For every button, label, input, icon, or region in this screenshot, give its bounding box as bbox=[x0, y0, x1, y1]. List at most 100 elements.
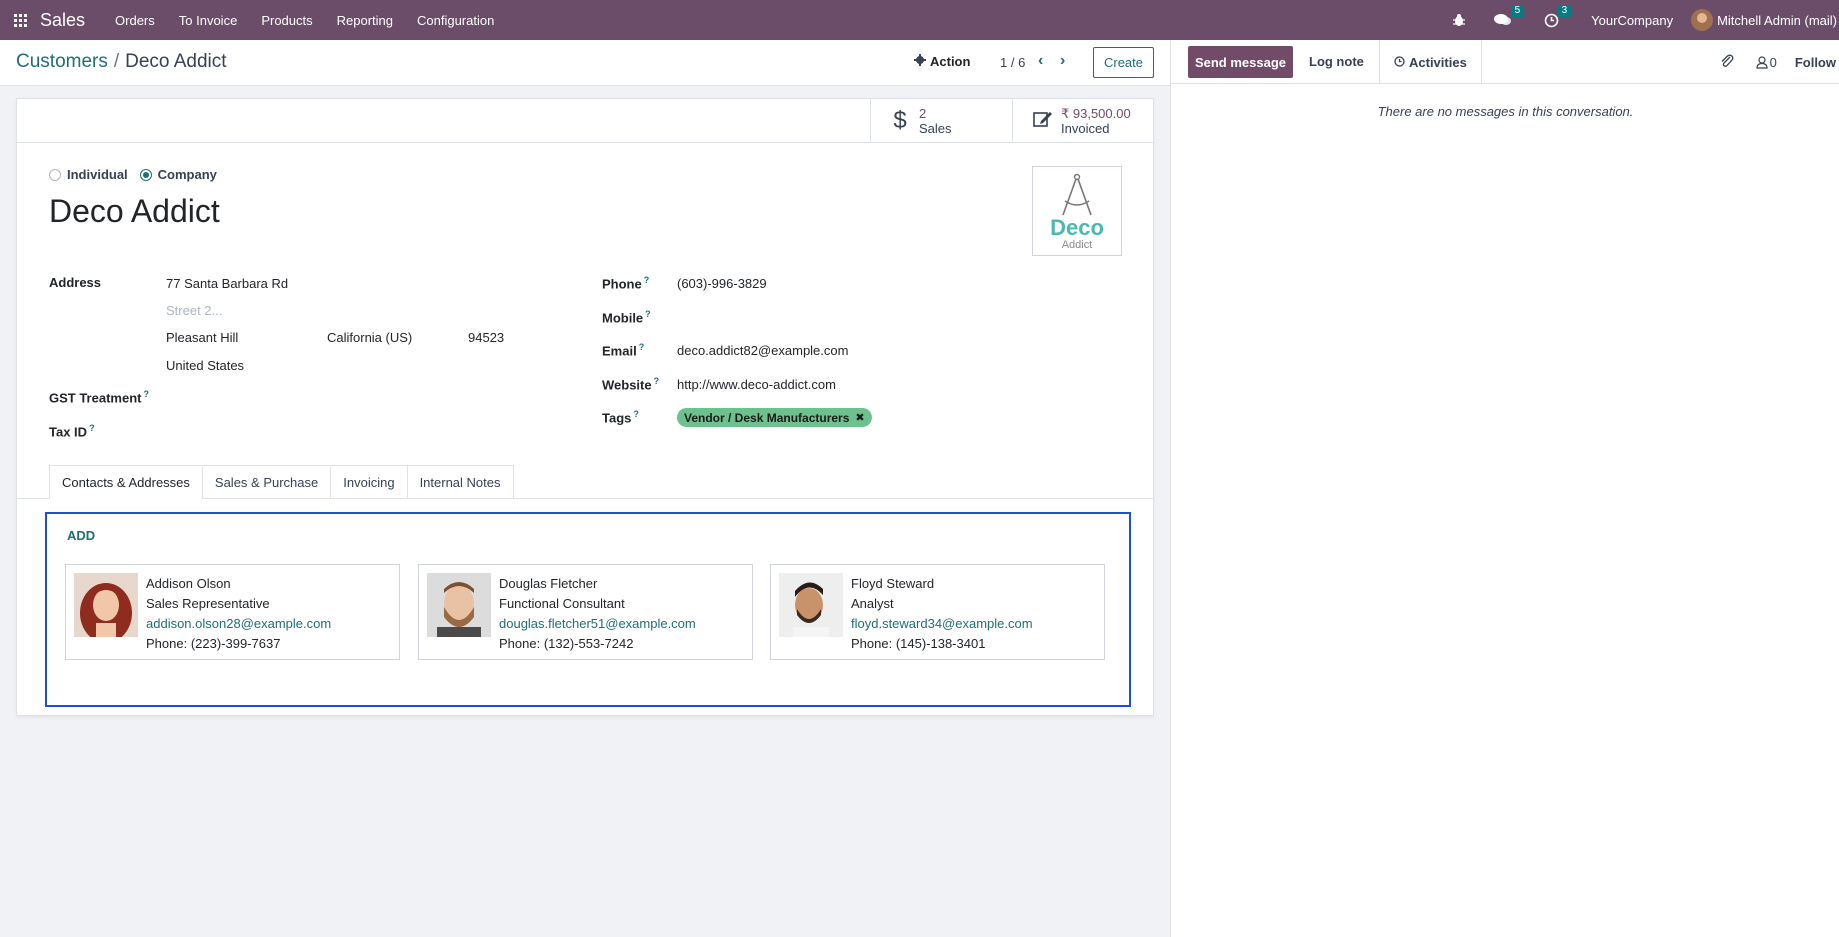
individual-label[interactable]: Individual bbox=[67, 167, 128, 182]
contact-email-link[interactable]: douglas.fletcher51@example.com bbox=[499, 614, 696, 634]
menu-configuration[interactable]: Configuration bbox=[405, 0, 506, 40]
website-field[interactable]: http://www.deco-addict.com bbox=[677, 377, 836, 392]
gst-treatment-label: GST Treatment? bbox=[49, 389, 149, 406]
email-field[interactable]: deco.addict82@example.com bbox=[677, 343, 848, 358]
breadcrumb: Customers / Deco Addict bbox=[16, 51, 227, 73]
sales-count: 2 bbox=[919, 106, 927, 121]
contact-email-link[interactable]: floyd.steward34@example.com bbox=[851, 614, 1033, 634]
partner-name-field[interactable]: Deco Addict bbox=[49, 193, 220, 230]
menu-orders[interactable]: Orders bbox=[103, 0, 167, 40]
help-tooltip-icon[interactable]: ? bbox=[639, 342, 645, 352]
add-contact-button[interactable]: ADD bbox=[67, 528, 95, 543]
chatter-topbar: Send message Log note Activities 0 Follo… bbox=[1171, 40, 1839, 84]
address-label: Address bbox=[49, 275, 102, 290]
company-type-selector: Individual Company bbox=[49, 167, 217, 182]
contact-name: Addison Olson bbox=[146, 576, 231, 591]
menu-reporting[interactable]: Reporting bbox=[325, 0, 405, 40]
tab-internal-notes[interactable]: Internal Notes bbox=[407, 465, 514, 499]
tab-contacts-addresses[interactable]: Contacts & Addresses bbox=[49, 465, 203, 499]
smart-button-box: $ 2 Sales ₹ 93,500.00 Invoiced bbox=[17, 99, 1153, 143]
notebook-tabs: Contacts & Addresses Sales & Purchase In… bbox=[49, 465, 514, 499]
dollar-icon: $ bbox=[893, 107, 907, 134]
street2-field[interactable]: Street 2... bbox=[166, 303, 222, 318]
breadcrumb-separator: / bbox=[113, 51, 120, 72]
user-name: Mitchell Admin (mail) bbox=[1717, 12, 1837, 28]
help-tooltip-icon[interactable]: ? bbox=[143, 389, 149, 399]
tax-id-label: Tax ID? bbox=[49, 423, 95, 440]
action-menu-button[interactable]: Action bbox=[914, 54, 970, 69]
control-panel: Customers / Deco Addict Action 1 / 6 ‹ › C… bbox=[0, 40, 1170, 86]
sales-smart-button[interactable]: $ 2 Sales bbox=[870, 99, 1012, 143]
remove-tag-icon[interactable]: ✖ bbox=[855, 411, 864, 424]
send-message-button[interactable]: Send message bbox=[1188, 46, 1293, 78]
tab-invoicing[interactable]: Invoicing bbox=[331, 465, 408, 499]
contact-phone: Phone: (223)-399-7637 bbox=[146, 636, 281, 651]
contact-card[interactable]: Floyd Steward Analyst floyd.steward34@ex… bbox=[770, 564, 1105, 660]
contact-card[interactable]: Addison Olson Sales Representative addis… bbox=[65, 564, 400, 660]
pager-value[interactable]: 1 / 6 bbox=[1000, 55, 1025, 70]
contact-card[interactable]: Douglas Fletcher Functional Consultant d… bbox=[418, 564, 753, 660]
company-switcher[interactable]: YourCompany bbox=[1591, 13, 1673, 28]
pager-next-icon[interactable]: › bbox=[1060, 52, 1065, 70]
state-field[interactable]: California (US) bbox=[327, 330, 412, 345]
form-sheet: $ 2 Sales ₹ 93,500.00 Invoiced Individual … bbox=[16, 98, 1154, 716]
chatter-right-tools: 0 Follow bbox=[1720, 54, 1839, 71]
contact-email-link[interactable]: addison.olson28@example.com bbox=[146, 614, 331, 634]
apps-menu-icon[interactable] bbox=[0, 0, 40, 40]
phone-label: Phone? bbox=[602, 275, 650, 292]
help-tooltip-icon[interactable]: ? bbox=[644, 275, 650, 285]
attachment-paperclip-icon[interactable] bbox=[1720, 54, 1734, 71]
country-field[interactable]: United States bbox=[166, 358, 244, 373]
invoiced-amount: ₹ 93,500.00 bbox=[1061, 106, 1131, 121]
log-note-button[interactable]: Log note bbox=[1309, 54, 1364, 69]
help-tooltip-icon[interactable]: ? bbox=[654, 376, 660, 386]
form-view: Customers / Deco Addict Action 1 / 6 ‹ › C… bbox=[0, 40, 1170, 937]
contact-avatar bbox=[779, 573, 843, 637]
contact-title: Sales Representative bbox=[146, 596, 270, 611]
email-label: Email? bbox=[602, 342, 645, 359]
create-button[interactable]: Create bbox=[1093, 47, 1154, 78]
user-menu[interactable]: Mitchell Admin (mail) bbox=[1691, 9, 1837, 31]
contact-title: Analyst bbox=[851, 596, 894, 611]
contact-title: Functional Consultant bbox=[499, 596, 625, 611]
contact-avatar bbox=[427, 573, 491, 637]
gear-icon bbox=[914, 54, 926, 69]
follow-button[interactable]: Follow bbox=[1795, 55, 1836, 70]
messages-icon[interactable]: 5 bbox=[1494, 5, 1525, 27]
phone-field[interactable]: (603)-996-3829 bbox=[677, 276, 767, 291]
top-navbar: Sales Orders To Invoice Products Reporti… bbox=[0, 0, 1839, 40]
zip-field[interactable]: 94523 bbox=[468, 330, 504, 345]
activities-button[interactable]: Activities bbox=[1379, 40, 1482, 84]
tab-sales-purchase[interactable]: Sales & Purchase bbox=[202, 465, 332, 499]
company-radio[interactable] bbox=[139, 168, 152, 181]
company-label[interactable]: Company bbox=[158, 167, 217, 182]
sales-label: Sales bbox=[919, 121, 952, 136]
individual-radio[interactable] bbox=[49, 168, 61, 181]
followers-count: 0 bbox=[1769, 55, 1777, 70]
activities-count-badge: 3 bbox=[1557, 4, 1572, 17]
help-tooltip-icon[interactable]: ? bbox=[633, 409, 639, 419]
breadcrumb-customers-link[interactable]: Customers bbox=[16, 51, 108, 72]
action-label: Action bbox=[930, 54, 971, 69]
contact-phone: Phone: (132)-553-7242 bbox=[499, 636, 634, 651]
app-name[interactable]: Sales bbox=[40, 10, 85, 31]
menu-to-invoice[interactable]: To Invoice bbox=[167, 0, 250, 40]
chatter-panel: Send message Log note Activities 0 Follo… bbox=[1170, 40, 1839, 937]
invoiced-smart-button[interactable]: ₹ 93,500.00 Invoiced bbox=[1012, 99, 1153, 143]
pager-previous-icon[interactable]: ‹ bbox=[1038, 52, 1043, 70]
followers-button[interactable]: 0 bbox=[1755, 55, 1777, 70]
contact-phone: Phone: (145)-138-3401 bbox=[851, 636, 986, 651]
breadcrumb-current: Deco Addict bbox=[125, 51, 227, 72]
clock-icon bbox=[1394, 55, 1405, 70]
tag-label: Vendor / Desk Manufacturers bbox=[684, 410, 850, 425]
debug-bug-icon[interactable] bbox=[1452, 13, 1466, 27]
help-tooltip-icon[interactable]: ? bbox=[645, 309, 651, 319]
edit-invoice-icon bbox=[1033, 107, 1052, 135]
partner-logo[interactable]: Deco Addict bbox=[1032, 166, 1122, 256]
menu-products[interactable]: Products bbox=[249, 0, 324, 40]
help-tooltip-icon[interactable]: ? bbox=[89, 423, 95, 433]
activities-clock-icon[interactable]: 3 bbox=[1544, 4, 1572, 28]
contact-name: Floyd Steward bbox=[851, 576, 935, 591]
city-field[interactable]: Pleasant Hill bbox=[166, 330, 238, 345]
street-field[interactable]: 77 Santa Barbara Rd bbox=[166, 276, 288, 291]
